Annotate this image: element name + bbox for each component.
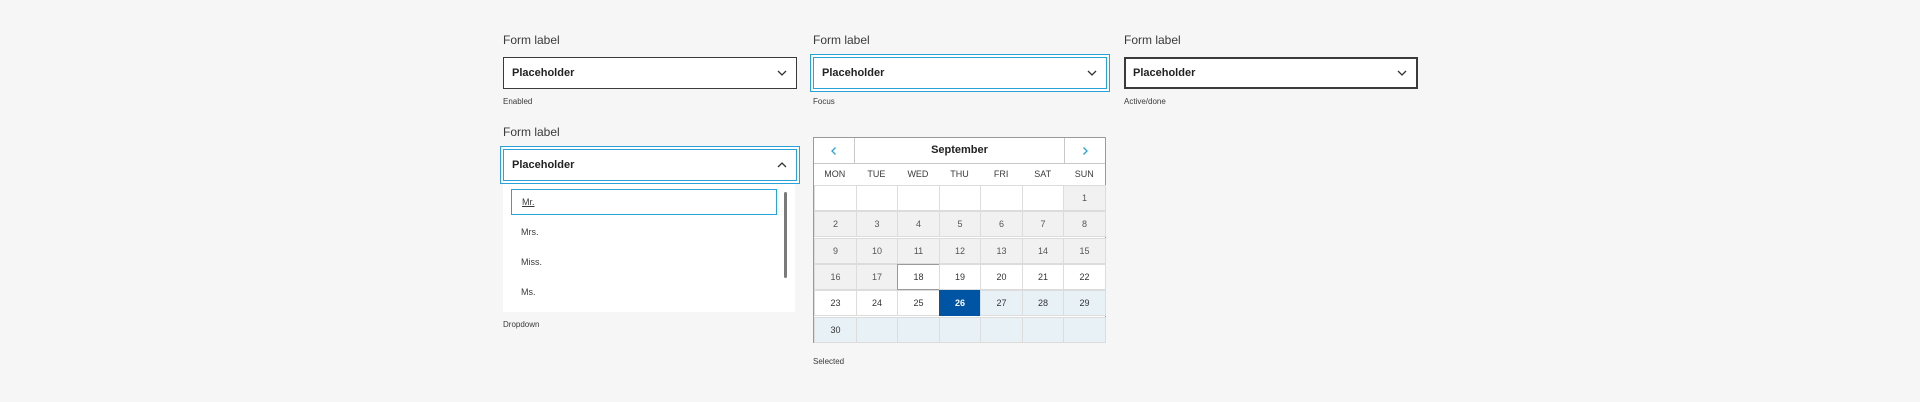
weekday-row: MON TUE WED THU FRI SAT SUN (814, 163, 1105, 185)
day-cell[interactable]: 4 (897, 211, 940, 237)
weekday-label: WED (907, 169, 929, 179)
form-label: Form label (1124, 33, 1181, 47)
weekday-label: TUE (867, 169, 886, 179)
day-cell[interactable]: 8 (1063, 211, 1106, 237)
scrollbar[interactable] (784, 192, 787, 278)
day-cell[interactable]: 11 (897, 238, 940, 264)
day-cell[interactable]: 3 (856, 211, 898, 237)
select-box-enabled[interactable]: Placeholder (503, 57, 797, 89)
empty-day-cell (939, 317, 981, 343)
option-ms[interactable]: Ms. (511, 279, 777, 305)
day-cell[interactable]: 10 (856, 238, 898, 264)
state-caption: Active/done (1124, 97, 1166, 106)
form-label: Form label (503, 125, 560, 139)
empty-day-cell (939, 185, 981, 211)
day-cell[interactable]: 27 (980, 290, 1023, 316)
day-cell[interactable]: 18 (897, 264, 940, 290)
day-cell[interactable]: 2 (814, 211, 857, 237)
chevron-up-icon (777, 162, 787, 168)
month-title: September (931, 144, 988, 156)
day-cell[interactable]: 22 (1063, 264, 1106, 290)
select-value: Placeholder (822, 67, 885, 79)
day-cell[interactable]: 6 (980, 211, 1023, 237)
select-value: Placeholder (1133, 67, 1196, 79)
state-caption: Selected (813, 357, 845, 366)
option-mrs[interactable]: Mrs. (511, 219, 777, 245)
day-cell[interactable]: 17 (856, 264, 898, 290)
day-cell[interactable]: 30 (814, 317, 857, 343)
day-cell[interactable]: 14 (1022, 238, 1064, 264)
day-cell[interactable]: 25 (897, 290, 940, 316)
day-cell[interactable]: 16 (814, 264, 857, 290)
day-cell[interactable]: 13 (980, 238, 1023, 264)
empty-day-cell (980, 185, 1023, 211)
day-cell-selected[interactable]: 26 (939, 290, 981, 316)
day-cell[interactable]: 24 (856, 290, 898, 316)
empty-day-cell (897, 317, 940, 343)
day-cell[interactable]: 5 (939, 211, 981, 237)
weekday-label: THU (950, 169, 969, 179)
dropdown-menu: Mr. Mrs. Miss. Ms. (503, 184, 795, 312)
chevron-left-icon (831, 146, 836, 155)
day-cell[interactable]: 28 (1022, 290, 1064, 316)
empty-day-cell (1022, 185, 1064, 211)
weekday-label: FRI (993, 169, 1009, 179)
option-miss[interactable]: Miss. (511, 249, 777, 275)
day-cell[interactable]: 1 (1063, 185, 1106, 211)
select-box-dropdown[interactable]: Placeholder (503, 149, 797, 181)
weekday-label: MON (824, 169, 846, 179)
empty-day-cell (1063, 317, 1106, 343)
chevron-down-icon (777, 70, 787, 76)
day-cell[interactable]: 21 (1022, 264, 1064, 290)
weekday-label: SAT (1034, 169, 1052, 179)
chevron-down-icon (1397, 70, 1407, 76)
weekday-label: SUN (1074, 169, 1094, 179)
select-focus: Form label Placeholder (813, 33, 1107, 89)
day-cell[interactable]: 19 (939, 264, 981, 290)
state-caption: Dropdown (503, 320, 540, 329)
calendar: September MON TUE WED THU FRI SAT SUN 12… (813, 137, 1106, 343)
prev-month-button[interactable] (814, 138, 855, 163)
state-caption: Enabled (503, 97, 533, 106)
day-cell[interactable]: 12 (939, 238, 981, 264)
next-month-button[interactable] (1064, 138, 1105, 163)
empty-day-cell (1022, 317, 1064, 343)
option-mr[interactable]: Mr. (511, 189, 777, 215)
day-cell[interactable]: 7 (1022, 211, 1064, 237)
select-box-focus[interactable]: Placeholder (813, 57, 1107, 89)
chevron-right-icon (1083, 146, 1088, 155)
select-dropdown: Form label Placeholder (503, 125, 797, 181)
empty-day-cell (980, 317, 1023, 343)
select-value: Placeholder (512, 67, 575, 79)
day-cell[interactable]: 23 (814, 290, 857, 316)
day-cell[interactable]: 29 (1063, 290, 1106, 316)
chevron-down-icon (1087, 70, 1097, 76)
form-label: Form label (813, 33, 870, 47)
state-caption: Focus (813, 97, 835, 106)
day-cell[interactable]: 20 (980, 264, 1023, 290)
calendar-header: September (814, 138, 1105, 164)
select-active: Form label Placeholder (1124, 33, 1418, 89)
day-cell[interactable]: 9 (814, 238, 857, 264)
select-enabled: Form label Placeholder (503, 33, 797, 89)
day-cell[interactable]: 15 (1063, 238, 1106, 264)
select-box-active[interactable]: Placeholder (1124, 57, 1418, 89)
empty-day-cell (856, 317, 898, 343)
empty-day-cell (814, 185, 857, 211)
form-label: Form label (503, 33, 560, 47)
select-value: Placeholder (512, 159, 575, 171)
empty-day-cell (856, 185, 898, 211)
empty-day-cell (897, 185, 940, 211)
